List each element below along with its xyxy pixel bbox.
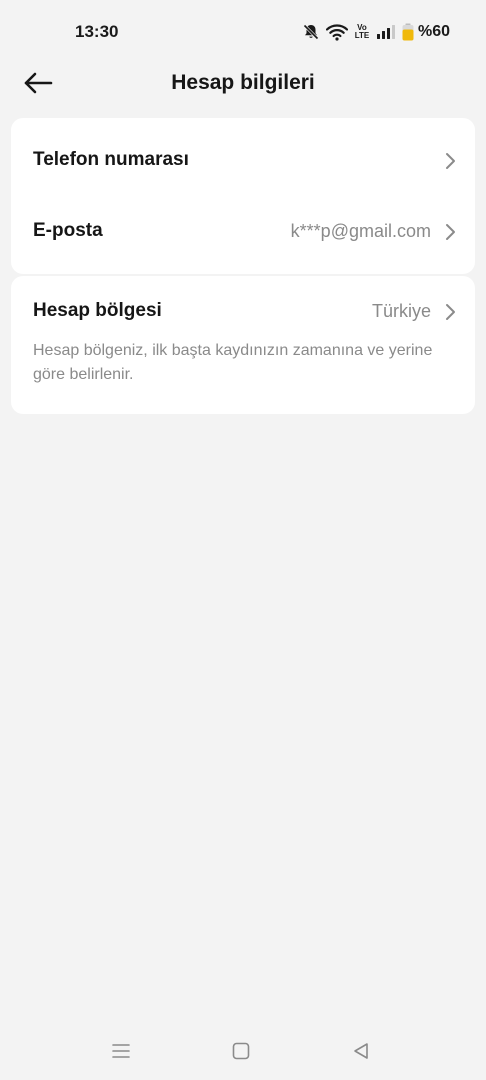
status-time: 13:30: [75, 22, 119, 41]
account-region-value: Türkiye: [371, 301, 431, 321]
phone-number-row[interactable]: Telefon numarası: [11, 141, 475, 181]
phone-number-label: Telefon numarası: [33, 149, 189, 170]
battery-icon: [402, 23, 414, 41]
email-value: k***p@gmail.com: [290, 221, 431, 241]
account-info-card: Telefon numarası E-posta k***p@gmail.com: [11, 118, 475, 274]
home-button[interactable]: [230, 1040, 252, 1062]
home-icon: [232, 1042, 250, 1060]
account-region-label: Hesap bölgesi: [33, 300, 162, 321]
wifi-icon: [325, 23, 348, 41]
battery-percent: %60: [417, 23, 450, 40]
region-card: Hesap bölgesi Türkiye Hesap bölgeniz, il…: [11, 276, 475, 414]
status-bar: 13:30 Vo LTE %60: [0, 0, 486, 64]
back-nav-button[interactable]: [350, 1040, 372, 1062]
email-row[interactable]: E-posta k***p@gmail.com: [11, 212, 475, 252]
back-triangle-icon: [354, 1043, 368, 1059]
page-title: Hesap bilgileri: [171, 71, 315, 94]
chevron-right-icon: [446, 224, 455, 240]
bell-off-icon: [302, 23, 320, 41]
menu-icon: [112, 1044, 130, 1058]
app-header: Hesap bilgileri: [0, 64, 486, 104]
menu-button[interactable]: [110, 1040, 132, 1062]
email-label: E-posta: [33, 220, 103, 241]
volte-icon: Vo LTE: [354, 24, 370, 40]
chevron-right-icon: [446, 153, 455, 169]
chevron-right-icon: [446, 304, 455, 320]
system-nav-bar: [0, 1020, 486, 1080]
signal-icon: [376, 24, 396, 40]
status-icons: Vo LTE %60: [302, 20, 450, 44]
account-region-description: Hesap bölgeniz, ilk başta kaydınızın zam…: [33, 342, 433, 383]
volte-bottom-label: LTE: [354, 31, 370, 40]
account-region-row[interactable]: Hesap bölgesi Türkiye: [11, 292, 475, 332]
